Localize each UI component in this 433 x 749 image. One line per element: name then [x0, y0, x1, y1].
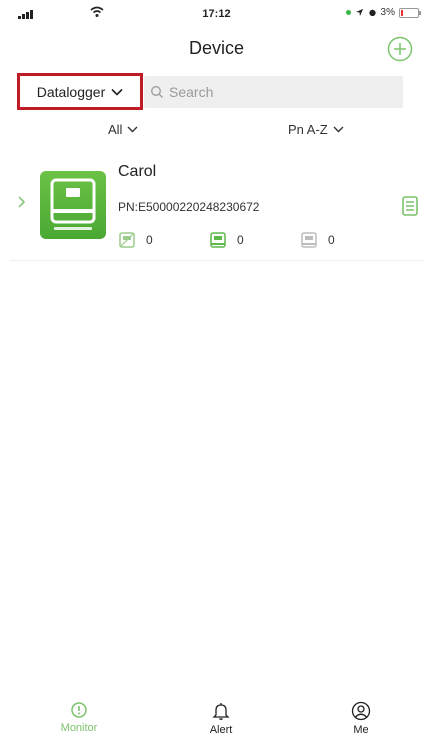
device-list-item[interactable]: Carol PN:E50000220248230672 0 0 0: [0, 155, 433, 261]
list-divider: [10, 260, 423, 261]
chevron-right-icon[interactable]: [16, 195, 28, 209]
chevron-down-icon: [333, 126, 344, 133]
tab-bar: Monitor Alert Me: [0, 701, 433, 749]
filter-row: Datalogger: [0, 73, 433, 111]
offline-count: 0: [118, 231, 209, 249]
fault-count-value: 0: [328, 233, 335, 247]
battery-percent: 3%: [380, 7, 395, 18]
page-title: Device: [188, 38, 245, 58]
search-icon: [151, 86, 163, 98]
device-type-label: Datalogger: [36, 83, 106, 100]
online-count-value: 0: [237, 233, 244, 247]
device-stats: 0 0 0: [118, 231, 391, 249]
document-icon[interactable]: [401, 195, 419, 217]
offline-device-icon: [119, 232, 135, 248]
sort-order-label: Pn A-Z: [288, 122, 328, 137]
offline-count-value: 0: [146, 233, 153, 247]
location-arrow-icon: [355, 8, 363, 17]
bell-icon: [212, 703, 230, 720]
device-type-dropdown[interactable]: Datalogger: [17, 73, 143, 110]
search-bar[interactable]: [144, 76, 403, 108]
nav-header: Device: [0, 30, 433, 66]
user-icon: [351, 701, 371, 721]
recording-dot-icon: [345, 10, 351, 15]
search-input[interactable]: [169, 84, 389, 100]
fault-count: 0: [300, 231, 391, 249]
device-name: Carol: [118, 163, 157, 180]
device-screen: 17:12 3% Device Datalogger Search All Pn…: [0, 0, 433, 749]
monitor-icon: [71, 702, 87, 718]
datalogger-device-icon: [40, 171, 106, 239]
status-bar: 17:12 3%: [0, 0, 433, 28]
tab-alert-label: Alert: [209, 724, 233, 736]
chevron-down-icon: [127, 126, 138, 133]
fault-device-icon: [301, 232, 317, 248]
status-filter-dropdown[interactable]: All: [108, 122, 138, 137]
sort-row: All Pn A-Z: [0, 122, 433, 142]
tab-monitor[interactable]: Monitor: [39, 701, 119, 734]
sort-order-dropdown[interactable]: Pn A-Z: [288, 122, 344, 137]
status-indicators: 3%: [345, 7, 421, 18]
tab-me[interactable]: Me: [321, 701, 401, 736]
chevron-down-icon: [111, 88, 123, 96]
tab-monitor-label: Monitor: [60, 722, 98, 734]
battery-icon: [399, 7, 421, 18]
online-device-icon: [210, 232, 226, 248]
device-pn: PN:E50000220248230672: [118, 200, 260, 214]
alarm-icon: [368, 9, 376, 17]
add-device-button[interactable]: [387, 36, 413, 62]
tab-alert[interactable]: Alert: [181, 701, 261, 736]
online-count: 0: [209, 231, 300, 249]
status-filter-label: All: [108, 122, 123, 137]
tab-me-label: Me: [353, 724, 369, 736]
